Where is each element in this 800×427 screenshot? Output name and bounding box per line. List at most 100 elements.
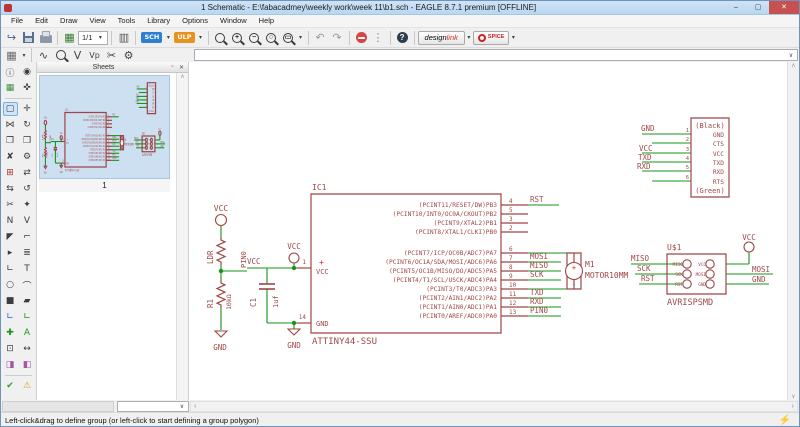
zoom-out-button[interactable]: − (246, 29, 263, 46)
schematic-text[interactable]: GND (161, 145, 164, 149)
schematic-text[interactable]: 14 (299, 314, 307, 321)
symbol-circle[interactable] (706, 260, 714, 268)
schematic-text[interactable]: GND (152, 89, 155, 91)
schematic-text[interactable]: GND (698, 282, 706, 288)
schematic-text[interactable]: 7 (509, 255, 513, 262)
schematic-text[interactable]: RXD (136, 100, 139, 104)
schematic-text[interactable]: VCC (158, 128, 161, 132)
schematic-text[interactable]: SCK (530, 270, 544, 279)
schematic-text[interactable]: AVRISPSMD (142, 152, 152, 157)
schematic-text[interactable]: 4 (686, 156, 690, 162)
schematic-text[interactable]: 5 (686, 165, 689, 171)
value-tool[interactable]: V (20, 214, 35, 228)
schematic-text[interactable]: VCC (316, 268, 329, 276)
schematic-text[interactable]: (Green) (695, 187, 725, 195)
schematic-text[interactable]: VCC (698, 262, 706, 268)
schematic-text[interactable]: GND (213, 343, 227, 352)
gnd-symbol[interactable] (44, 166, 47, 168)
schematic-text[interactable]: (Black) (695, 122, 725, 130)
schematic-text[interactable]: GND (136, 85, 139, 89)
schematic-text[interactable]: M1 (585, 260, 595, 269)
circle-tool[interactable]: ○ (3, 278, 18, 292)
schematic-text[interactable]: U$1 (667, 243, 682, 252)
schematic-text[interactable]: VCC (287, 242, 301, 251)
schematic-text[interactable]: 1 (302, 259, 306, 266)
dimension-tool[interactable]: ↔ (20, 342, 35, 356)
symbol-circle[interactable] (683, 280, 691, 288)
schematic-text[interactable]: 1uf (272, 295, 280, 308)
schematic-text[interactable]: 12 (108, 155, 110, 157)
voltage-probe-button[interactable]: Vp (86, 49, 103, 62)
schematic-text[interactable]: LDR (42, 134, 44, 140)
stop-button[interactable] (353, 29, 370, 46)
schematic-text[interactable]: (PCINT11/RESET/DW)PB3 (88, 116, 105, 118)
schematic-text[interactable]: (PCINT7/ICP/OC0B/ADC7)PA7 (85, 134, 106, 138)
sheets-scrollbar[interactable]: ∧ (176, 73, 188, 400)
schematic-text[interactable]: VCC (152, 96, 155, 98)
schematic-text[interactable]: R1 (42, 153, 44, 157)
schematic-text[interactable]: 5 (509, 207, 513, 214)
schematic-text[interactable]: LDR (206, 250, 215, 264)
schematic-text[interactable]: SCK (112, 143, 115, 147)
schematic-text[interactable]: MOSI (752, 265, 770, 274)
schematic-text[interactable]: 3 (509, 216, 513, 223)
erc-button[interactable]: ✔ (3, 379, 18, 393)
change-tool[interactable]: ⚙ (20, 150, 35, 164)
grid-button[interactable]: ▦ (3, 49, 20, 62)
schematic-text[interactable]: GND (752, 275, 766, 284)
schematic-text[interactable]: ATTINY44-SSU (65, 168, 79, 173)
resistor-symbol[interactable] (217, 237, 225, 265)
menu-library[interactable]: Library (141, 15, 176, 27)
polygon-tool[interactable]: ▰ (20, 294, 35, 308)
symbol-circle[interactable] (60, 136, 62, 140)
text-tool[interactable]: T (20, 262, 35, 276)
schematic-text[interactable]: (PCINT1/AIN0/ADC1)PA1 (419, 304, 498, 311)
schematic-text[interactable]: (PCINT8/XTAL1/CLKI)PB0 (88, 126, 106, 130)
schematic-text[interactable]: 11 (509, 291, 517, 298)
arc-tool[interactable]: ⌒ (20, 278, 35, 292)
display-layers-tool[interactable]: ▦ (3, 81, 18, 95)
schematic-text[interactable]: GND (66, 162, 69, 166)
schematic-text[interactable]: SCK (136, 140, 139, 144)
schematic-text[interactable]: 3 (686, 147, 689, 153)
designlink-button[interactable]: design link (417, 30, 465, 45)
schematic-text[interactable]: GND (44, 171, 47, 175)
schematic-text[interactable]: 9 (509, 273, 513, 280)
schematic-text[interactable]: (PCINT2/AIN1/ADC2)PA2 (419, 295, 498, 302)
symbol-circle[interactable] (151, 138, 153, 141)
sim-probe-button[interactable] (52, 49, 69, 62)
command-line-input[interactable]: ∨ (194, 49, 798, 61)
symbol-circle[interactable] (159, 131, 161, 135)
menu-edit[interactable]: Edit (29, 15, 54, 27)
schematic-text[interactable]: GND (60, 170, 63, 174)
net-tool[interactable]: ∟ (20, 310, 35, 324)
schematic-text[interactable]: 5 (146, 101, 147, 103)
wire-tool[interactable]: ∟ (3, 262, 18, 276)
schematic-text[interactable]: 8 (509, 264, 513, 271)
schematic-text[interactable]: TXD (530, 288, 544, 297)
schematic-text[interactable]: C1 (249, 298, 258, 307)
copy-tool[interactable]: ❐ (3, 134, 18, 148)
schematic-text[interactable]: GND (641, 124, 655, 133)
schematic-text[interactable]: (PCINT2/AIN1/ADC2)PA2 (88, 152, 105, 156)
schematic-text[interactable]: RXD (152, 103, 155, 105)
schematic-text[interactable]: MOTOR10MM (124, 142, 134, 147)
schematic-text[interactable]: (PCINT0/AREF/ADC0)PA0 (419, 313, 498, 320)
attribute-tool[interactable]: ⊡ (3, 342, 18, 356)
schematic-text[interactable]: PIN0 (530, 306, 549, 315)
symbol-circle[interactable] (216, 215, 227, 226)
close-button[interactable]: ✕ (769, 1, 799, 14)
schematic-text[interactable]: (PCINT7/ICP/OC0B/ADC7)PA7 (404, 250, 497, 257)
schematic-text[interactable]: 1uf (56, 151, 58, 157)
info-tool[interactable]: ⓘ (3, 65, 18, 79)
options-dots-button[interactable]: ⋮ (370, 29, 387, 46)
schematic-text[interactable]: 1 (146, 87, 147, 89)
menu-tools[interactable]: Tools (112, 15, 142, 27)
schematic-text[interactable]: + (572, 264, 576, 272)
cam-button[interactable]: ▦ (61, 29, 78, 46)
symbol-circle[interactable] (706, 270, 714, 278)
schematic-text[interactable]: 1 (63, 139, 64, 141)
cut-tool[interactable]: ✂ (3, 198, 18, 212)
schematic-text[interactable]: 13 (509, 309, 517, 316)
schematic-text[interactable]: TXD (713, 160, 724, 167)
